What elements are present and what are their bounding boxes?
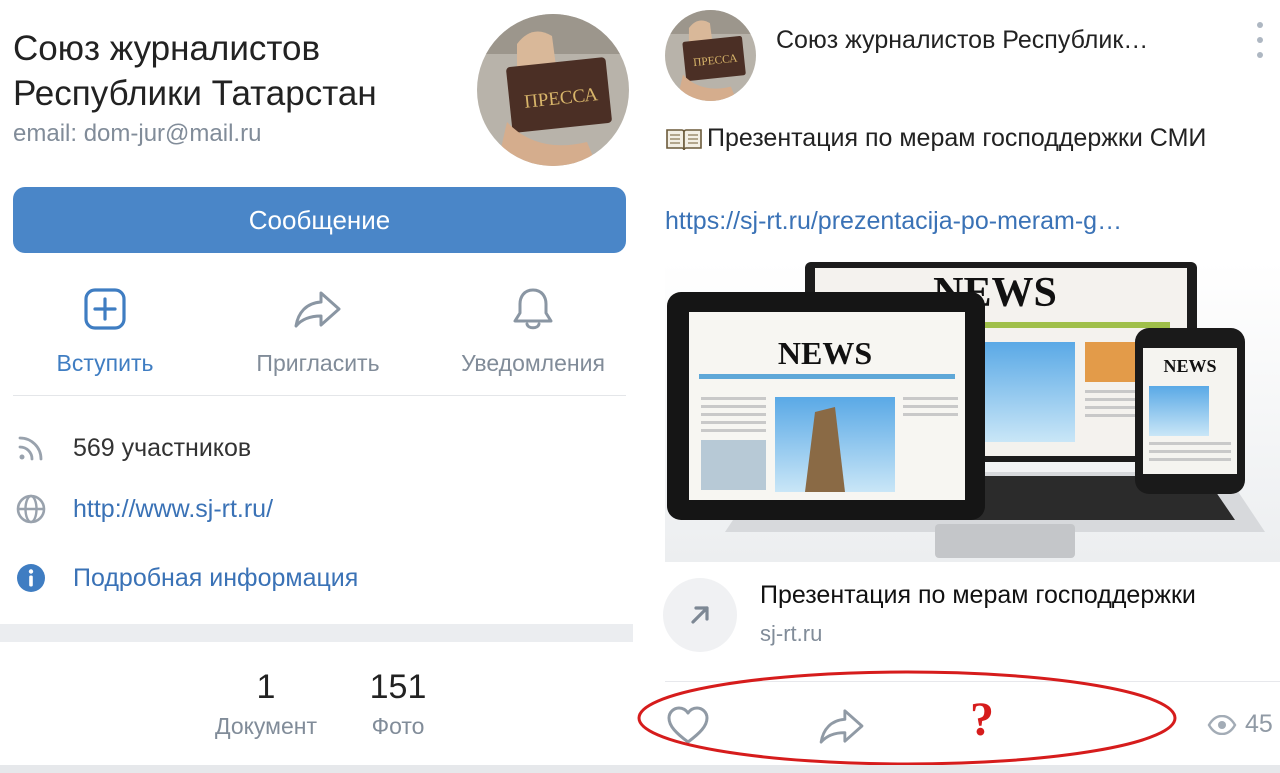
website-row[interactable]: http://www.sj-rt.ru/ — [13, 491, 273, 527]
bell-icon — [508, 284, 558, 334]
post-author-avatar[interactable]: ПРЕССА — [665, 10, 756, 101]
photos-count: 151 — [369, 668, 427, 706]
details-link[interactable]: Подробная информация — [73, 564, 358, 593]
details-row[interactable]: Подробная информация — [13, 560, 358, 596]
join-button[interactable]: Вступить — [0, 284, 210, 377]
post-menu-icon[interactable] — [1253, 22, 1267, 58]
phone-news-text: NEWS — [1163, 356, 1216, 376]
members-rss-icon — [13, 430, 49, 466]
post-panel: ПРЕССА Союз журналистов Республик… Презе… — [635, 0, 1280, 773]
annotation-red-ellipse — [637, 670, 1177, 766]
snippet-title: Презентация по мерам господдержки — [760, 581, 1196, 609]
share-button[interactable] — [818, 707, 866, 745]
heart-icon — [667, 706, 709, 744]
tablet-news-text: NEWS — [778, 335, 872, 371]
share-arrow-icon — [293, 284, 343, 334]
photos-counter[interactable]: 151 Фото — [352, 668, 444, 740]
info-icon — [13, 560, 49, 596]
group-header-panel: Союз журналистов Республики Татарстан em… — [0, 0, 633, 773]
notifications-label: Уведомления — [461, 350, 605, 376]
post-link[interactable]: https://sj-rt.ru/prezentacija-po-meram-g… — [665, 207, 1185, 236]
documents-counter[interactable]: 1 Документ — [206, 668, 326, 740]
open-book-icon — [666, 128, 702, 150]
group-avatar[interactable]: ПРЕССА — [477, 14, 629, 166]
members-count: 569 участников — [73, 433, 252, 462]
invite-label: Пригласить — [256, 350, 380, 376]
bottom-bar — [0, 765, 1280, 773]
plus-square-icon — [80, 284, 130, 334]
views-counter: 45 — [1207, 710, 1273, 739]
group-title: Союз журналистов Республики Татарстан — [13, 29, 377, 113]
members-row[interactable]: 569 участников — [13, 430, 251, 466]
photos-label: Фото — [371, 713, 425, 739]
documents-label: Документ — [214, 713, 318, 739]
snippet-domain: sj-rt.ru — [760, 621, 823, 646]
link-snippet[interactable]: Презентация по мерам господдержки sj-rt.… — [663, 577, 1280, 655]
views-count: 45 — [1245, 710, 1273, 738]
post-image-news-devices[interactable]: NEWS NEWS NEWS — [665, 262, 1280, 562]
globe-icon — [13, 491, 49, 527]
annotation-question-mark: ? — [970, 693, 994, 746]
message-button[interactable]: Сообщение — [13, 187, 626, 253]
post-text-content: Презентация по мерам господдержки СМИ — [707, 124, 1207, 152]
website-link[interactable]: http://www.sj-rt.ru/ — [73, 495, 273, 524]
invite-button[interactable]: Пригласить — [213, 284, 423, 377]
post-author-name[interactable]: Союз журналистов Республик… — [776, 26, 1216, 55]
divider — [13, 395, 626, 396]
eye-icon — [1207, 714, 1237, 735]
divider — [665, 681, 1280, 682]
section-separator — [0, 624, 633, 642]
group-email: email: dom-jur@mail.ru — [13, 120, 262, 147]
share-arrow-icon — [819, 709, 864, 744]
post-text: Презентация по мерам господдержки СМИ — [665, 124, 1206, 153]
external-link-icon — [663, 578, 737, 652]
documents-count: 1 — [256, 668, 276, 706]
like-button[interactable] — [666, 705, 710, 745]
notifications-button[interactable]: Уведомления — [428, 284, 638, 377]
join-label: Вступить — [56, 350, 154, 376]
